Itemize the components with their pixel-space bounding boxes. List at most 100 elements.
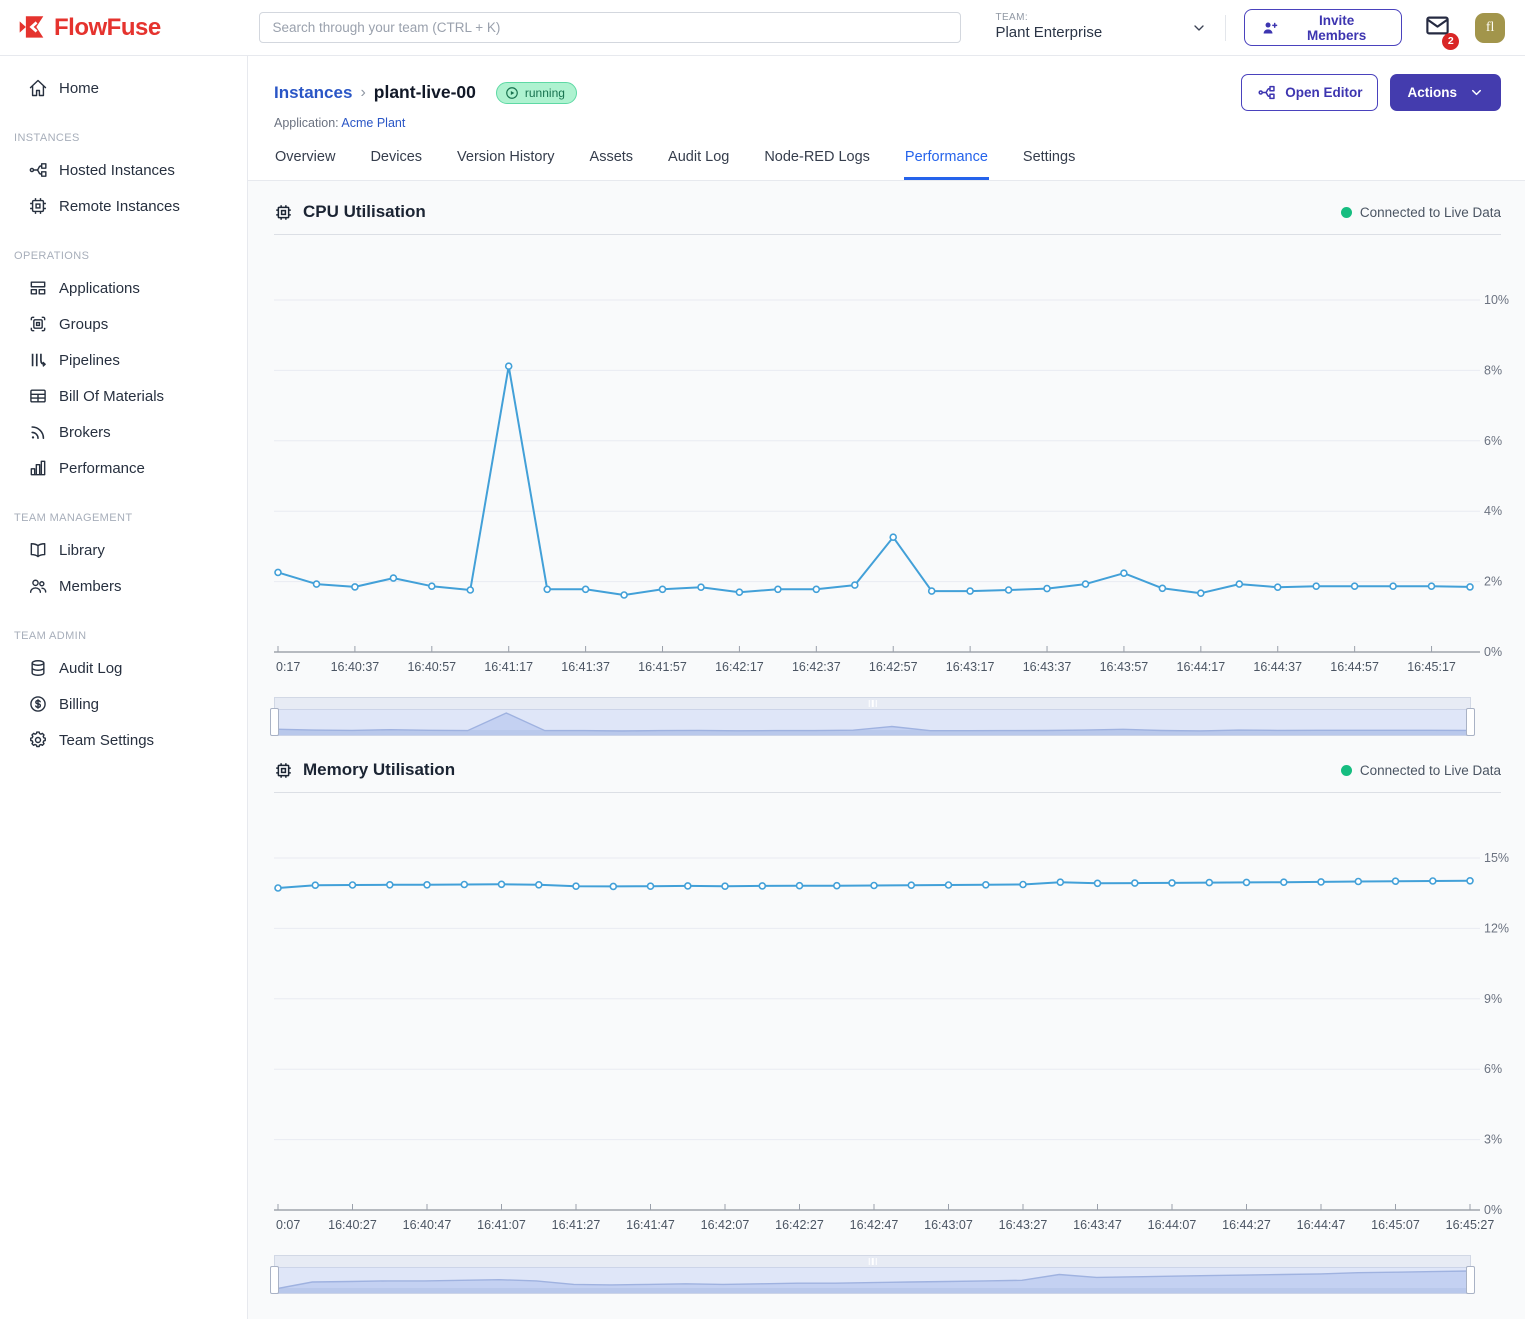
memory-section: Memory Utilisation Connected to Live Dat… [274,736,1501,1294]
team-label: TEAM: [995,12,1102,25]
sidebar-item-library[interactable]: Library [0,532,247,568]
svg-text:8%: 8% [1484,363,1502,377]
svg-text:16:41:57: 16:41:57 [638,660,687,674]
applications-icon [28,278,48,298]
open-editor-button[interactable]: Open Editor [1241,74,1378,111]
billing-icon [28,694,48,714]
memory-section-title: Memory Utilisation [274,760,455,780]
tab-assets[interactable]: Assets [589,147,635,180]
svg-text:0%: 0% [1484,645,1502,659]
svg-text:16:41:47: 16:41:47 [626,1218,675,1232]
svg-text:16:40:57: 16:40:57 [407,660,456,674]
team-selector[interactable]: TEAM: Plant Enterprise [995,12,1207,43]
breadcrumb-instances-link[interactable]: Instances [274,83,352,103]
sidebar-item-label: Library [59,542,105,559]
remote-instances-icon [28,196,48,216]
status-badge: running [496,82,577,104]
cpu-zoom-left-handle[interactable] [270,708,279,736]
sidebar-item-applications[interactable]: Applications [0,270,247,306]
divider [1225,15,1226,41]
live-dot-icon [1341,207,1352,218]
svg-text:16:41:17: 16:41:17 [484,660,533,674]
memory-zoom-right-handle[interactable] [1466,1266,1475,1294]
sidebar-item-pipelines[interactable]: Pipelines [0,342,247,378]
svg-text:16:42:17: 16:42:17 [715,660,764,674]
notifications-button[interactable]: 2 [1424,12,1451,44]
actions-button[interactable]: Actions [1390,74,1501,111]
tab-audit-log[interactable]: Audit Log [667,147,730,180]
chevron-down-icon [1469,85,1484,100]
svg-text:16:40:37: 16:40:37 [331,660,380,674]
svg-text:12%: 12% [1484,921,1509,935]
svg-text:16:42:57: 16:42:57 [869,660,918,674]
brand-name: FlowFuse [54,14,161,42]
tab-settings[interactable]: Settings [1022,147,1076,180]
svg-text:16:45:17: 16:45:17 [1407,660,1456,674]
topbar-right: TEAM: Plant Enterprise Invite Members [961,9,1505,46]
library-icon [28,540,48,560]
breadcrumb: Instances plant-live-00 running Open Edi… [274,74,1501,111]
tab-overview[interactable]: Overview [274,147,336,180]
svg-text:16:43:07: 16:43:07 [924,1218,973,1232]
tab-node-red-logs[interactable]: Node-RED Logs [763,147,871,180]
search-input[interactable] [259,12,961,43]
pipelines-icon [28,350,48,370]
sidebar-item-remote-instances[interactable]: Remote Instances [0,188,247,224]
memory-zoom-left-handle[interactable] [270,1266,279,1294]
tab-version-history[interactable]: Version History [456,147,556,180]
hosted-instances-icon [28,160,48,180]
memory-live-status-label: Connected to Live Data [1360,763,1501,778]
svg-text:16:41:27: 16:41:27 [552,1218,601,1232]
sidebar-item-label: Hosted Instances [59,162,175,179]
sidebar-item-billing[interactable]: Billing [0,686,247,722]
cpu-chart-zoom-slider[interactable] [274,697,1471,736]
sidebar-item-label: Billing [59,696,99,713]
brand-logo[interactable]: FlowFuse [0,14,246,42]
sidebar-item-groups[interactable]: Groups [0,306,247,342]
svg-text:16:41:07: 16:41:07 [477,1218,526,1232]
sidebar-item-bill-of-materials[interactable]: Bill Of Materials [0,378,247,414]
cpu-zoom-right-handle[interactable] [1466,708,1475,736]
memory-zoom-grip[interactable] [274,1255,1471,1267]
svg-text:16:41:37: 16:41:37 [561,660,610,674]
cpu-section-title-text: CPU Utilisation [303,202,426,222]
sidebar-item-audit-log[interactable]: Audit Log [0,650,247,686]
cpu-section: CPU Utilisation Connected to Live Data 2… [274,181,1501,736]
cpu-zoom-track[interactable] [274,709,1471,736]
sidebar-item-team-settings[interactable]: Team Settings [0,722,247,758]
tab-performance[interactable]: Performance [904,147,989,180]
svg-text:16:40:27: 16:40:27 [328,1218,377,1232]
sidebar-section-team-admin: TEAM ADMIN [0,604,247,650]
cpu-zoom-minichart [275,710,1470,735]
sidebar-item-hosted-instances[interactable]: Hosted Instances [0,152,247,188]
sidebar-item-members[interactable]: Members [0,568,247,604]
svg-text:16:43:57: 16:43:57 [1100,660,1149,674]
sidebar-item-label: Bill Of Materials [59,388,164,405]
avatar[interactable]: fl [1475,13,1505,43]
sidebar-item-label: Applications [59,280,140,297]
svg-text:10%: 10% [1484,293,1509,307]
memory-chart-zoom-slider[interactable] [274,1255,1471,1294]
svg-text:16:42:47: 16:42:47 [850,1218,899,1232]
application-label: Application: [274,116,339,130]
team-name: Plant Enterprise [995,24,1102,43]
sidebar-item-performance[interactable]: Performance [0,450,247,486]
invite-members-button[interactable]: Invite Members [1244,9,1402,46]
svg-text:16:45:27: 16:45:27 [1446,1218,1495,1232]
svg-text:16:44:37: 16:44:37 [1253,660,1302,674]
memory-utilisation-chart: 3%6%9%12%15%0%0:0716:40:2716:40:4716:41:… [274,793,1501,1233]
memory-zoom-track[interactable] [274,1267,1471,1294]
tab-devices[interactable]: Devices [369,147,423,180]
svg-text:16:44:07: 16:44:07 [1148,1218,1197,1232]
memory-live-status: Connected to Live Data [1341,763,1501,778]
sidebar-item-brokers[interactable]: Brokers [0,414,247,450]
editor-node-icon [1257,83,1276,102]
audit-log-icon [28,658,48,678]
application-link[interactable]: Acme Plant [341,116,405,130]
sidebar-item-label: Pipelines [59,352,120,369]
sidebar-item-home[interactable]: Home [0,70,247,106]
memory-section-title-text: Memory Utilisation [303,760,455,780]
cpu-zoom-grip[interactable] [274,697,1471,709]
sidebar-section-instances: INSTANCES [0,106,247,152]
svg-text:16:44:27: 16:44:27 [1222,1218,1271,1232]
